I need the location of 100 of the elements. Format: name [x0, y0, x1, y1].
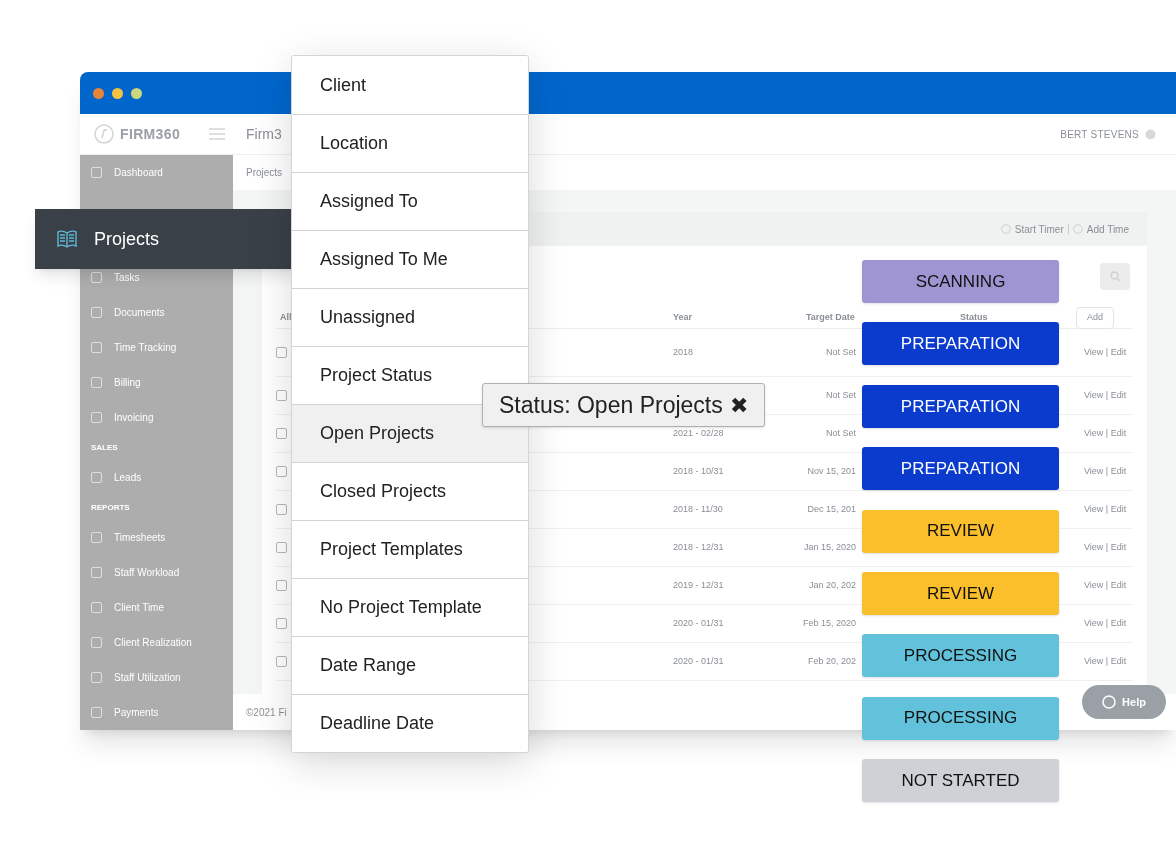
table-cell-text: Jan 15, 2020	[803, 540, 856, 554]
column-header[interactable]: All	[276, 311, 292, 325]
help-button[interactable]: Help	[1082, 685, 1166, 719]
filter-option[interactable]: Closed Projects	[292, 462, 528, 520]
status-badge: PREPARATION	[862, 322, 1059, 366]
filter-option[interactable]: Unassigned	[292, 288, 528, 346]
checkbox[interactable]	[276, 428, 287, 439]
add-time-link[interactable]: Add Time	[1086, 221, 1129, 237]
status-badge: REVIEW	[862, 509, 1059, 553]
book-icon	[57, 230, 77, 248]
column-header[interactable]: Target Date	[806, 311, 855, 325]
row-actions[interactable]: View | Edit	[1070, 426, 1133, 441]
row-actions[interactable]: View | Edit	[1070, 464, 1133, 479]
minimize-icon[interactable]	[112, 87, 123, 99]
menu-icon[interactable]	[209, 128, 225, 140]
filter-option[interactable]: Date Range	[292, 636, 528, 694]
row-actions[interactable]: View | Edit	[1070, 502, 1133, 517]
column-header[interactable]: Status	[856, 311, 988, 325]
start-timer-link[interactable]: Start Timer	[1014, 221, 1064, 237]
checkbox[interactable]	[276, 542, 287, 553]
checkbox[interactable]	[276, 504, 287, 515]
checkbox[interactable]	[276, 580, 287, 591]
status-badge: PROCESSING	[862, 696, 1059, 740]
filter-option[interactable]: Location	[292, 114, 528, 172]
sidebar-item[interactable]: Staff Utilization	[80, 667, 233, 688]
table-cell-text: Feb 15, 2020	[802, 616, 856, 630]
sidebar-item[interactable]: Staff Workload	[80, 562, 233, 583]
table-cell-text: 2018	[673, 345, 695, 359]
table-cell-text: 2018 - 11/30	[673, 502, 724, 516]
checkbox[interactable]	[276, 390, 287, 401]
table-cell-text: 2021 - 02/28	[673, 426, 725, 440]
menu-label: Projects	[94, 227, 160, 251]
breadcrumb[interactable]: Projects	[246, 165, 283, 180]
item-icon	[91, 567, 102, 578]
filter-option[interactable]: Assigned To	[292, 172, 528, 230]
sidebar-section: REPORTS	[91, 501, 130, 514]
table-cell-text: 2018 - 10/31	[673, 464, 725, 478]
filter-option[interactable]: Client	[292, 56, 528, 114]
search-button[interactable]	[1100, 263, 1130, 290]
checkbox[interactable]	[276, 466, 287, 477]
help-icon	[1102, 695, 1117, 709]
row-actions[interactable]: View | Edit	[1070, 616, 1133, 631]
item-icon	[91, 272, 102, 283]
table-cell-text: Not Set	[826, 426, 856, 440]
table-cell-text: 2018 - 12/31	[673, 540, 725, 554]
row-actions[interactable]: View | Edit	[1070, 578, 1133, 593]
sidebar-item[interactable]: Billing	[80, 372, 233, 393]
close-icon[interactable]: ✖	[729, 388, 748, 422]
table-cell-text: Jan 20, 202	[808, 578, 856, 592]
item-icon	[91, 342, 102, 353]
sidebar-item[interactable]: Timesheets	[80, 527, 233, 548]
table-cell-text: 2019 - 12/31	[673, 578, 725, 592]
row-actions[interactable]: View | Edit	[1070, 388, 1133, 403]
sidebar-item[interactable]: Client Realization	[80, 632, 233, 653]
sidebar-item[interactable]: Client Time	[80, 597, 233, 618]
row-actions[interactable]: View | Edit	[1070, 345, 1133, 360]
sidebar-item[interactable]: Time Tracking	[80, 337, 233, 358]
close-icon[interactable]	[93, 87, 104, 99]
checkbox[interactable]	[276, 618, 287, 629]
item-icon	[91, 637, 102, 648]
sidebar-item[interactable]: Dashboard	[80, 162, 233, 183]
row-actions[interactable]: View | Edit	[1070, 540, 1133, 555]
item-icon	[91, 602, 102, 613]
user-icon[interactable]	[1145, 128, 1156, 140]
filter-option[interactable]: No Project Template	[292, 578, 528, 636]
sidebar-item[interactable]: Leads	[80, 467, 233, 488]
checkbox[interactable]	[276, 656, 287, 667]
row-actions[interactable]: View | Edit	[1070, 654, 1133, 669]
filter-option[interactable]: Deadline Date	[292, 694, 528, 752]
user-name[interactable]: BERT STEVENS	[1060, 126, 1139, 142]
status-badge: SCANNING	[862, 260, 1059, 303]
filter-option[interactable]: Assigned To Me	[292, 230, 528, 288]
item-icon	[91, 532, 102, 543]
item-icon	[91, 707, 102, 718]
sidebar-item[interactable]: Tasks	[80, 267, 233, 288]
sidebar-item[interactable]: Payments	[80, 702, 233, 723]
table-cell-text: 2020 - 01/31	[673, 654, 725, 668]
item-icon	[91, 307, 102, 318]
logo-icon	[94, 124, 114, 144]
item-icon	[91, 167, 102, 178]
footer-text: ©2021 Fi	[246, 705, 287, 720]
sidebar-item[interactable]: Documents	[80, 302, 233, 323]
table-cell-text: Nov 15, 201	[807, 464, 856, 478]
column-header[interactable]: Year	[673, 311, 693, 325]
item-icon	[91, 672, 102, 683]
maximize-icon[interactable]	[131, 87, 142, 99]
status-badge: REVIEW	[862, 571, 1059, 615]
table-cell-text: Feb 20, 202	[807, 654, 856, 668]
table-cell-text: Not Set	[826, 345, 856, 359]
sidebar-item[interactable]: Invoicing	[80, 407, 233, 428]
status-badge: NOT STARTED	[862, 759, 1059, 803]
checkbox[interactable]	[276, 347, 287, 358]
table-cell-text: Dec 15, 201	[807, 502, 856, 516]
header-title: Firm3	[246, 124, 282, 144]
filter-option[interactable]: Project Templates	[292, 520, 528, 578]
status-badge: PREPARATION	[862, 384, 1059, 428]
filter-chip[interactable]: Status: Open Projects ✖	[482, 383, 765, 427]
add-button[interactable]: Add	[1076, 307, 1114, 329]
status-badge: PROCESSING	[862, 634, 1059, 678]
logo-text: FIRM360	[120, 124, 181, 144]
